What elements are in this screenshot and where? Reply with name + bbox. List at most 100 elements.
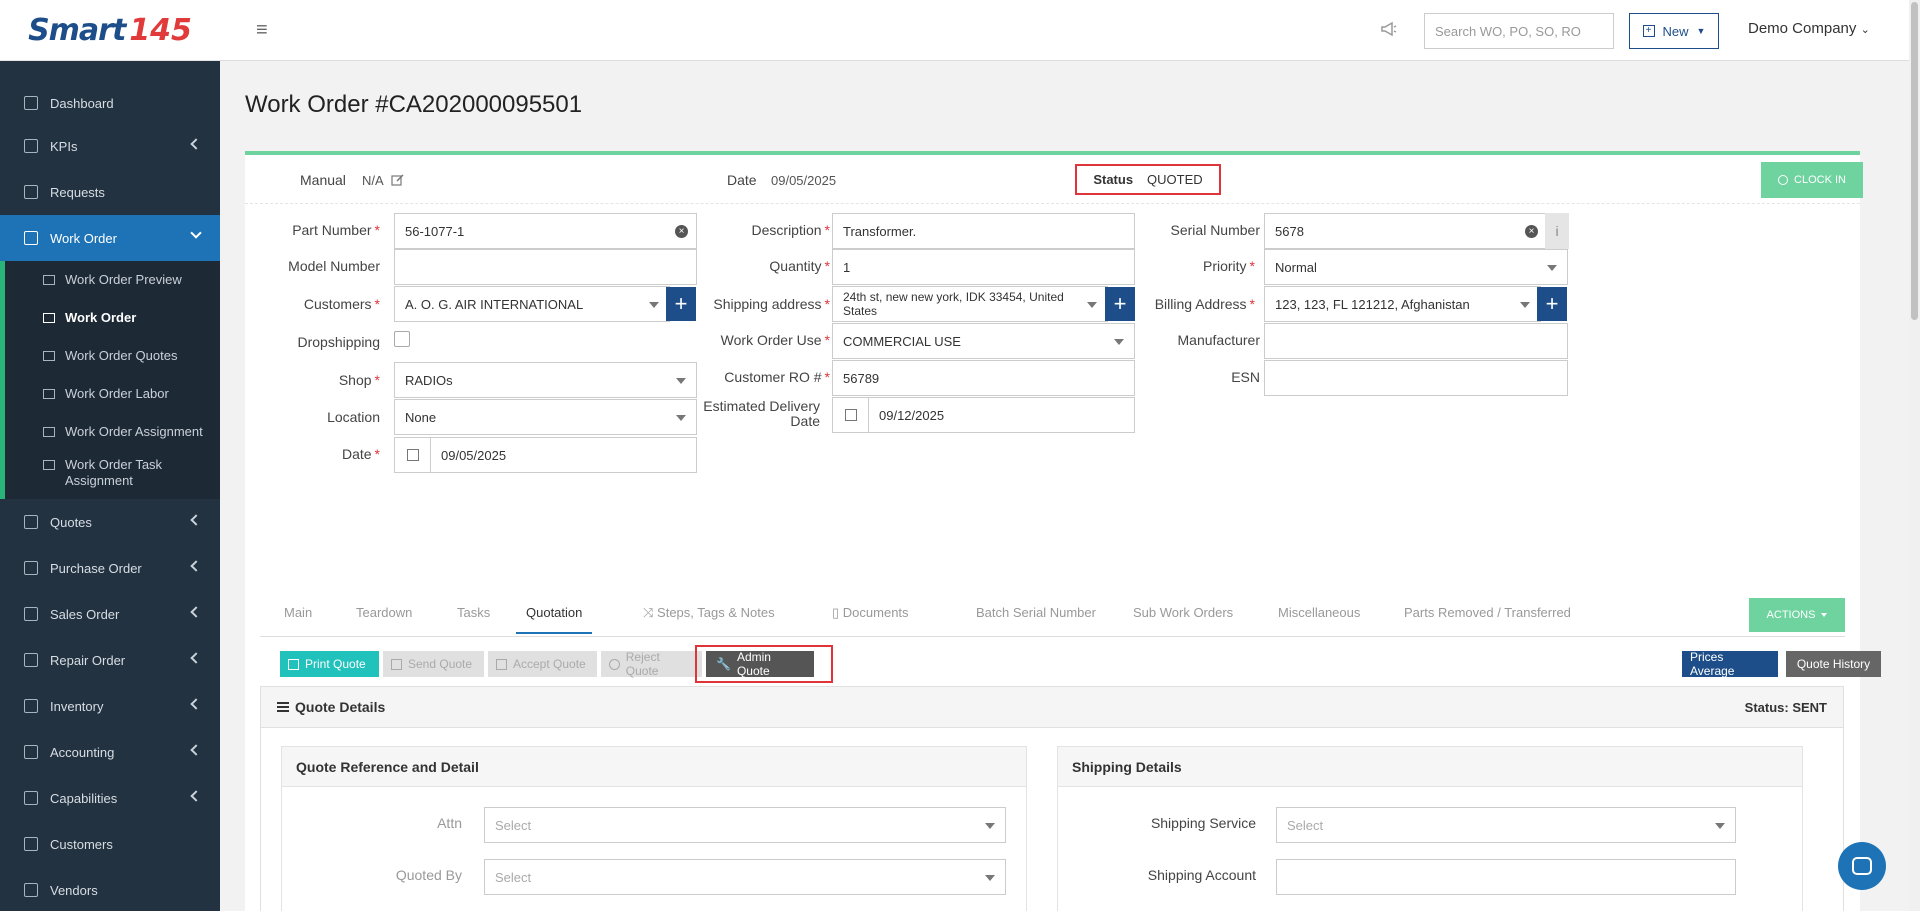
tab-miscellaneous[interactable]: Miscellaneous xyxy=(1278,605,1360,620)
tab-documents[interactable]: ▯ Documents xyxy=(832,605,909,621)
tab-main[interactable]: Main xyxy=(284,605,312,620)
shop-select[interactable]: RADIOs xyxy=(394,362,697,398)
shipping-address-select[interactable]: 24th st, new new york, IDK 33454, United… xyxy=(832,286,1108,322)
field-value: 5678 xyxy=(1275,223,1304,239)
quote-history-button[interactable]: Quote History xyxy=(1786,651,1881,677)
scrollbar-thumb[interactable] xyxy=(1911,2,1918,320)
sidebar-item-vendors[interactable]: Vendors xyxy=(0,867,220,911)
search-input[interactable]: Search WO, PO, SO, RO xyxy=(1424,13,1614,49)
manufacturer-label: Manufacturer xyxy=(1177,332,1260,348)
quantity-field[interactable]: 1 xyxy=(832,249,1135,285)
shipping-service-label: Shipping Service xyxy=(1150,815,1256,831)
document-icon xyxy=(24,185,38,199)
logo[interactable]: Smart 145 xyxy=(0,0,220,61)
submenu-work-order-preview[interactable]: Work Order Preview xyxy=(5,261,220,299)
date-field[interactable]: 09/05/2025 xyxy=(394,437,697,473)
sidebar-item-kpis[interactable]: KPIs xyxy=(0,123,220,169)
priority-select[interactable]: Normal xyxy=(1264,249,1568,285)
submenu-work-order-task-assignment[interactable]: Work Order Task Assignment xyxy=(5,451,220,499)
chevron-down-icon: ⌄ xyxy=(1860,24,1870,36)
billing-address-select[interactable]: 123, 123, FL 121212, Afghanistan xyxy=(1264,286,1541,322)
model-number-field[interactable] xyxy=(394,249,697,285)
shipping-account-field[interactable] xyxy=(1276,859,1736,895)
sidebar-item-inventory[interactable]: Inventory xyxy=(0,683,220,729)
info-icon[interactable]: i xyxy=(1545,213,1569,249)
chevron-left-icon xyxy=(190,138,202,150)
tab-sub-work-orders[interactable]: Sub Work Orders xyxy=(1133,605,1233,620)
attn-label: Attn xyxy=(437,815,462,831)
capabilities-icon xyxy=(24,791,38,805)
estimated-delivery-field[interactable]: 09/12/2025 xyxy=(832,397,1135,433)
submenu-work-order-labor[interactable]: Work Order Labor xyxy=(5,375,220,413)
submenu-work-order-assignment[interactable]: Work Order Assignment xyxy=(5,413,220,451)
sidebar-item-dashboard[interactable]: Dashboard xyxy=(0,83,220,123)
sidebar-item-requests[interactable]: Requests xyxy=(0,169,220,215)
megaphone-icon[interactable] xyxy=(1380,21,1398,37)
tab-batch-serial-number[interactable]: Batch Serial Number xyxy=(976,605,1096,620)
sidebar-item-sales-order[interactable]: Sales Order xyxy=(0,591,220,637)
tab-parts-removed[interactable]: Parts Removed / Transferred xyxy=(1404,605,1571,620)
actions-button[interactable]: ACTIONS xyxy=(1749,598,1845,632)
submenu-work-order-quotes[interactable]: Work Order Quotes xyxy=(5,337,220,375)
print-quote-button[interactable]: Print Quote xyxy=(280,651,379,677)
sidebar-item-repair-order[interactable]: Repair Order xyxy=(0,637,220,683)
edit-icon[interactable] xyxy=(391,173,405,187)
sidebar-item-purchase-order[interactable]: Purchase Order xyxy=(0,545,220,591)
esn-field[interactable] xyxy=(1264,360,1568,396)
list-icon xyxy=(277,702,289,712)
customers-icon xyxy=(24,837,38,851)
accept-quote-button[interactable]: Accept Quote xyxy=(488,651,597,677)
sidebar-item-accounting[interactable]: Accounting xyxy=(0,729,220,775)
field-value: 09/05/2025 xyxy=(441,447,507,463)
sidebar-item-quotes[interactable]: Quotes xyxy=(0,499,220,545)
prices-average-button[interactable]: Prices Average xyxy=(1682,650,1778,678)
submenu-work-order[interactable]: Work Order xyxy=(5,299,220,337)
tab-tasks[interactable]: Tasks xyxy=(457,605,490,620)
dropdown-caret-icon xyxy=(649,302,659,308)
field-placeholder: Select xyxy=(495,817,532,833)
description-field[interactable]: Transformer. xyxy=(832,213,1135,249)
tab-teardown[interactable]: Teardown xyxy=(356,605,412,620)
quoted-by-select[interactable]: Select xyxy=(484,859,1006,895)
field-value: 56789 xyxy=(843,370,880,386)
send-quote-button[interactable]: Send Quote xyxy=(383,651,484,677)
tab-steps-tags-notes[interactable]: ⤨ Steps, Tags & Notes xyxy=(643,605,775,621)
manufacturer-field[interactable] xyxy=(1264,323,1568,359)
serial-number-label: Serial Number xyxy=(1170,222,1260,238)
required-marker: * xyxy=(824,369,830,385)
page-scrollbar[interactable] xyxy=(1909,0,1920,911)
customer-ro-field[interactable]: 56789 xyxy=(832,360,1135,396)
clear-icon[interactable]: × xyxy=(1525,225,1538,238)
chat-support-button[interactable] xyxy=(1838,842,1886,890)
summary-row: Manual N/A Date 09/05/2025 Status QUOTED… xyxy=(245,155,1863,204)
ban-icon xyxy=(609,658,620,670)
part-number-label: Part Number * xyxy=(240,222,380,238)
cart-icon xyxy=(24,561,38,575)
field-value: COMMERCIAL USE xyxy=(843,333,961,349)
clock-in-button[interactable]: CLOCK IN xyxy=(1761,162,1863,198)
hamburger-menu-icon[interactable]: ≡ xyxy=(256,19,268,42)
shipping-service-select[interactable]: Select xyxy=(1276,807,1736,843)
dropdown-caret-icon xyxy=(1715,823,1725,829)
work-order-use-select[interactable]: COMMERCIAL USE xyxy=(832,323,1135,359)
company-selector[interactable]: Demo Company ⌄ xyxy=(1748,20,1870,37)
dropdown-caret-icon xyxy=(985,823,995,829)
check-square-icon xyxy=(496,658,507,670)
tab-quotation[interactable]: Quotation xyxy=(516,605,593,634)
add-billing-address-button[interactable]: + xyxy=(1537,287,1567,321)
sidebar-item-customers[interactable]: Customers xyxy=(0,821,220,867)
calendar-icon[interactable] xyxy=(395,438,431,472)
field-value: Transformer. xyxy=(843,223,917,239)
calendar-icon[interactable] xyxy=(833,398,869,432)
sidebar-item-work-order[interactable]: Work Order xyxy=(0,215,220,261)
dropshipping-checkbox[interactable] xyxy=(394,331,410,347)
new-button[interactable]: + New ▼ xyxy=(1629,13,1719,49)
serial-number-field[interactable]: 5678 × xyxy=(1264,213,1547,249)
part-number-field[interactable]: 56-1077-1 × xyxy=(394,213,697,249)
label-text: Description xyxy=(751,222,822,238)
external-link-icon xyxy=(288,658,299,670)
customers-select[interactable]: A. O. G. AIR INTERNATIONAL xyxy=(394,286,670,322)
attn-select[interactable]: Select xyxy=(484,807,1006,843)
sidebar-item-capabilities[interactable]: Capabilities xyxy=(0,775,220,821)
reject-quote-button[interactable]: Reject Quote xyxy=(601,650,702,678)
